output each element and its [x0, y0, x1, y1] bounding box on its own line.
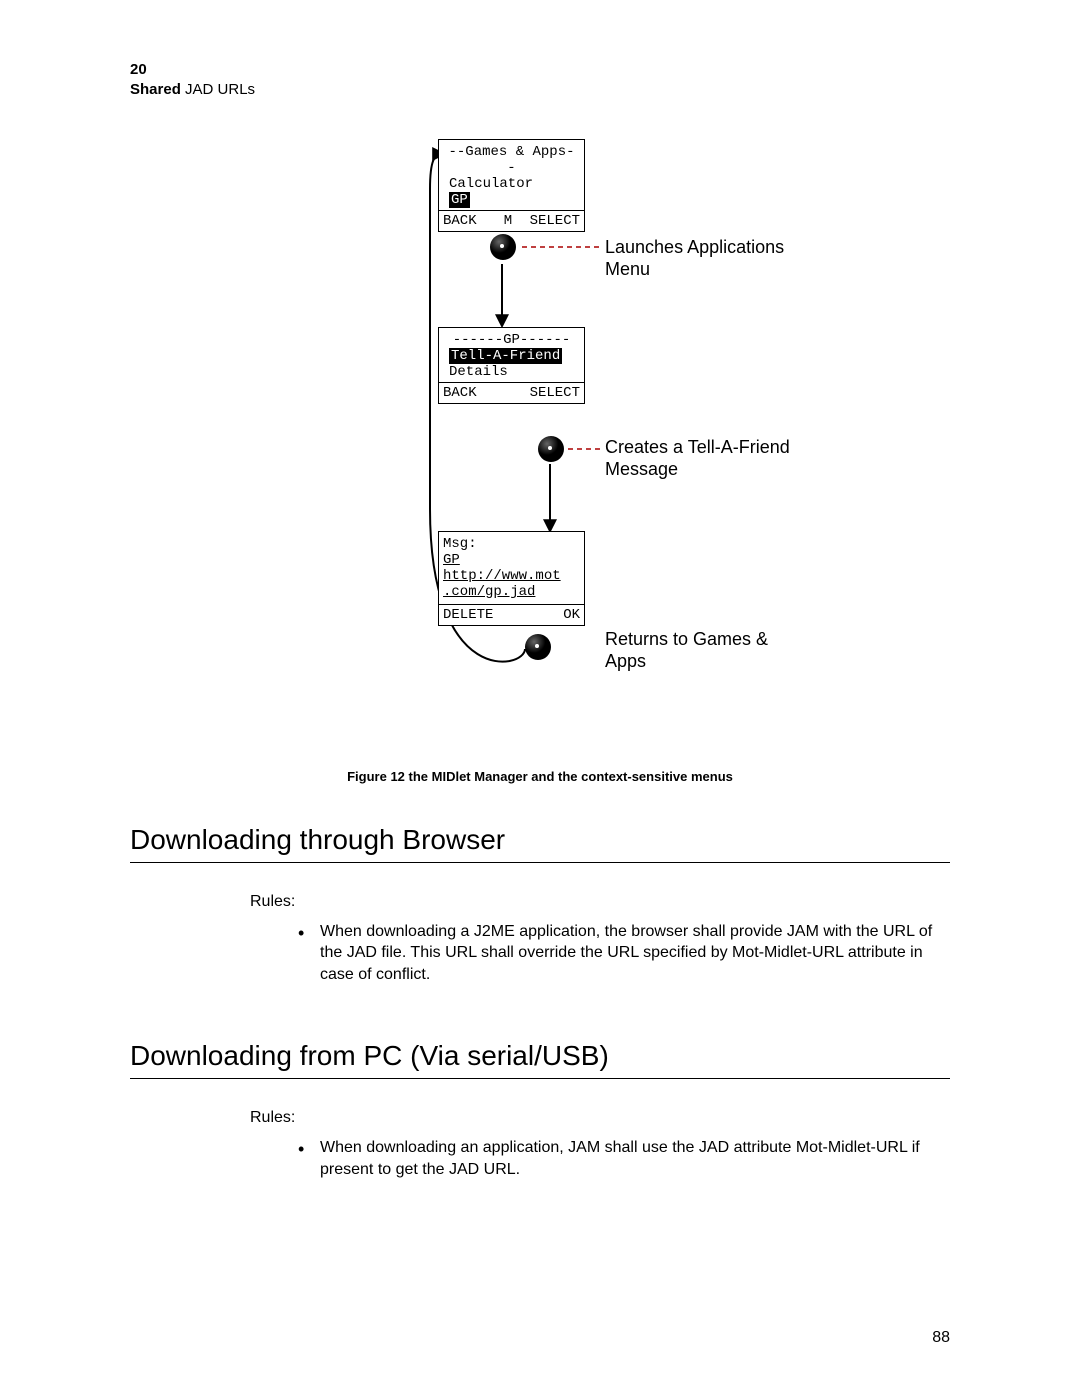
- chapter-title-bold: Shared: [130, 81, 181, 98]
- rules-item: When downloading an application, JAM sha…: [320, 1137, 950, 1180]
- screen2-title: ------GP------: [445, 332, 578, 348]
- section-pc-body: Rules: When downloading an application, …: [250, 1107, 950, 1180]
- rules-list-browser: When downloading a J2ME application, the…: [250, 921, 950, 986]
- screen1-item-calculator: Calculator: [445, 176, 578, 192]
- rules-item: When downloading a J2ME application, the…: [320, 921, 950, 986]
- screen3-url-line2: .com/gp.jad: [443, 584, 580, 600]
- screen2-softkeys: BACK SELECT: [439, 382, 584, 403]
- rules-list-pc: When downloading an application, JAM sha…: [250, 1137, 950, 1180]
- screen1-softkey-m: M: [486, 213, 529, 229]
- screen3-softkey-ok: OK: [563, 607, 580, 623]
- screen2-softkey-select: SELECT: [530, 385, 580, 401]
- figure-flowchart: --Games & Apps-- Calculator GP BACK M SE…: [180, 129, 900, 759]
- screen2-item-tellfriend-highlight: Tell-A-Friend: [449, 348, 562, 364]
- annotation-launches-menu: Launches Applications Menu: [605, 237, 805, 280]
- rules-label-browser: Rules:: [250, 891, 950, 913]
- heading-download-browser: Downloading through Browser: [130, 824, 950, 863]
- rules-label-pc: Rules:: [250, 1107, 950, 1129]
- screen1-softkey-select: SELECT: [530, 213, 580, 229]
- screen3-url-line1: GP http://www.mot: [443, 552, 580, 584]
- trackball-icon: [538, 436, 564, 462]
- screen2-softkey-back: BACK: [443, 385, 477, 401]
- annotation-returns: Returns to Games & Apps: [605, 629, 805, 672]
- phone-screen-gp-menu: ------GP------ Tell-A-Friend Details BAC…: [438, 327, 585, 404]
- screen1-title: --Games & Apps--: [445, 144, 578, 176]
- heading-download-pc: Downloading from PC (Via serial/USB): [130, 1040, 950, 1079]
- screen3-softkeys: DELETE OK: [439, 604, 584, 625]
- trackball-icon: [490, 234, 516, 260]
- chapter-number: 20: [130, 60, 950, 80]
- screen1-softkeys: BACK M SELECT: [439, 210, 584, 231]
- screen2-item-details: Details: [445, 364, 578, 380]
- screen3-softkey-delete: DELETE: [443, 607, 493, 623]
- screen1-softkey-back: BACK: [443, 213, 486, 229]
- running-header: 20 Shared JAD URLs: [130, 60, 950, 99]
- screen3-msg-label: Msg:: [443, 536, 580, 552]
- figure-caption: Figure 12 the MIDlet Manager and the con…: [130, 769, 950, 784]
- screen1-item-gp-highlight: GP: [449, 192, 470, 208]
- page-number: 88: [932, 1329, 950, 1347]
- page: 20 Shared JAD URLs --Games & Apps--: [0, 0, 1080, 1397]
- phone-screen-message: Msg: GP http://www.mot .com/gp.jad DELET…: [438, 531, 585, 626]
- trackball-icon: [525, 634, 551, 660]
- chapter-title-rest: JAD URLs: [181, 81, 255, 98]
- section-browser-body: Rules: When downloading a J2ME applicati…: [250, 891, 950, 985]
- annotation-creates-message: Creates a Tell-A-Friend Message: [605, 437, 805, 480]
- phone-screen-games-apps: --Games & Apps-- Calculator GP BACK M SE…: [438, 139, 585, 232]
